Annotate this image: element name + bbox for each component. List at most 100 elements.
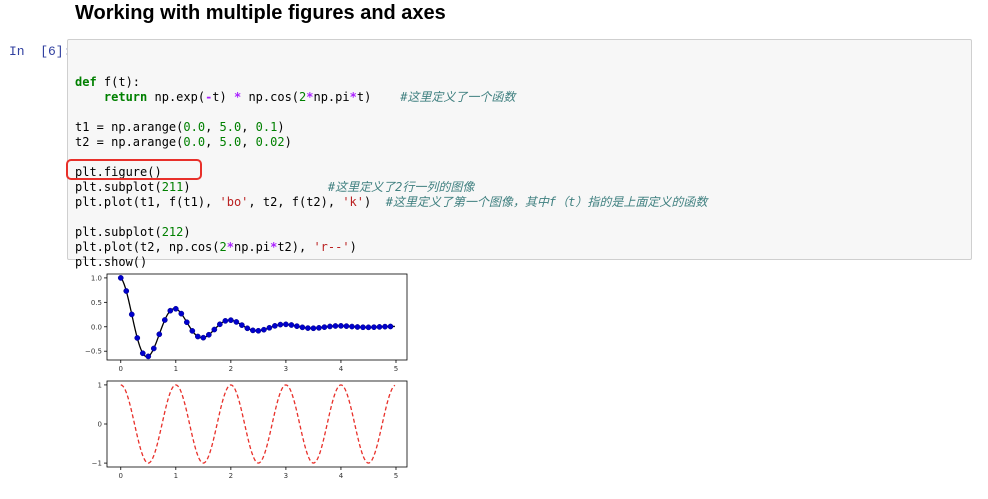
code-token: ) [183,180,328,194]
data-point-marker [294,323,300,330]
figure-svg: 0 1 2 3 4 5 1.0 0.5 0.0 −0.5 0 1 2 3 4 5 1 0 −1 [85,273,408,480]
data-point-marker [222,318,229,324]
code-token: ) [183,225,191,239]
data-point-marker [161,317,168,323]
code-line: plt.subplot(212) [75,225,707,240]
data-point-marker [167,307,174,314]
code-token: , [241,120,256,134]
data-point-marker [305,325,311,331]
code-line: t1 = np.arange(0.0, 5.0, 0.1) [75,120,707,135]
data-point-marker [360,324,366,331]
x-tick-label: 0 [119,365,123,373]
code-line: return np.exp(-t) * np.cos(2*np.pi*t) #这… [75,90,707,105]
data-point-marker [194,333,201,340]
x-tick-label: 3 [284,365,288,373]
code-token: 212 [161,225,184,239]
code-token: , [241,135,256,149]
code-token: np.pi [233,240,271,254]
data-point-marker [145,353,152,360]
data-point-marker [349,323,355,330]
code-token: ) [364,195,386,209]
data-point-marker [200,334,207,341]
code-token: t) [356,90,401,104]
data-point-marker [244,325,251,332]
data-point-marker [288,322,295,328]
code-token: t) [212,90,234,104]
code-token: plt.subplot( [75,225,162,239]
data-point-marker [178,310,185,317]
code-token: 'r--' [313,240,350,254]
data-point-marker [117,275,124,281]
code-token: ) [349,240,357,254]
data-point-marker [205,331,212,338]
x-tick-label: 4 [339,472,344,480]
data-point-marker [387,323,394,330]
y-tick-label: −1 [92,460,102,468]
code-line: plt.subplot(211) #这里定义了2行一列的图像 [75,180,707,195]
x-tick-label: 5 [394,472,398,480]
x-tick-label: 5 [394,365,398,373]
code-token: ) [284,135,292,149]
code-token: #这里定义了一个函数 [400,90,516,104]
data-point-marker [211,326,218,333]
data-point-marker [123,288,130,294]
plot-output: 0 1 2 3 4 5 1.0 0.5 0.0 −0.5 0 1 2 3 4 5 1 0 −1 [75,266,415,491]
code-line: t2 = np.arange(0.0, 5.0, 0.02) [75,135,707,150]
data-point-marker [272,323,278,329]
y-tick-label: 0 [98,421,102,429]
data-point-marker [316,325,322,331]
code-token: plt.subplot( [75,180,162,194]
data-point-marker [228,317,234,324]
code-token: #这里定义了第一个图像，其中f（t）指的是上面定义的函数 [385,195,708,209]
code-token: #这里定义了2行一列的图像 [327,180,475,194]
cell-prompt: In [6]: [9,44,72,59]
code-line: plt.plot(t2, np.cos(2*np.pi*t2), 'r--') [75,240,707,255]
code-token: , t2, f(t2), [248,195,343,209]
code-token: * [349,90,357,104]
data-point-marker [299,324,306,331]
data-point-marker [189,328,196,334]
highlight-annotation-box [66,159,202,180]
code-token: 0.0 [183,120,206,134]
code-token: , [205,135,220,149]
x-tick-label: 3 [284,472,288,480]
code-token: , [205,120,220,134]
code-token: return [103,90,148,104]
data-point-marker [255,327,262,334]
data-point-marker [343,323,350,329]
code-token: 5.0 [219,135,242,149]
code-token: 211 [161,180,184,194]
data-point-marker [156,331,163,338]
x-tick-label: 2 [229,472,233,480]
y-tick-label: 1.0 [91,274,102,282]
data-point-marker [332,323,339,329]
x-tick-label: 0 [119,472,123,480]
data-point-marker [266,324,273,331]
code-token: t1 = np.arange( [75,120,184,134]
data-point-marker [239,322,245,328]
code-token: np.exp( [147,90,206,104]
code-token: np.pi [313,90,350,104]
code-token: 5.0 [219,120,242,134]
code-token: 'bo' [219,195,249,209]
code-token: f(t): [96,75,141,89]
code-token: * [226,240,234,254]
data-point-marker [376,324,383,330]
data-point-marker [365,324,372,331]
data-point-marker [128,311,135,318]
data-point-marker [277,321,284,328]
data-point-marker [233,319,240,325]
data-point-marker [338,323,344,329]
y-tick-label: 0.0 [91,323,102,331]
data-point-marker [150,345,157,352]
section-heading: Working with multiple figures and axes [75,2,446,24]
y-tick-label: 1 [98,381,102,389]
data-point-marker [261,326,267,333]
code-token: 0.02 [255,135,285,149]
data-point-marker [216,321,223,328]
data-point-marker [354,324,361,330]
